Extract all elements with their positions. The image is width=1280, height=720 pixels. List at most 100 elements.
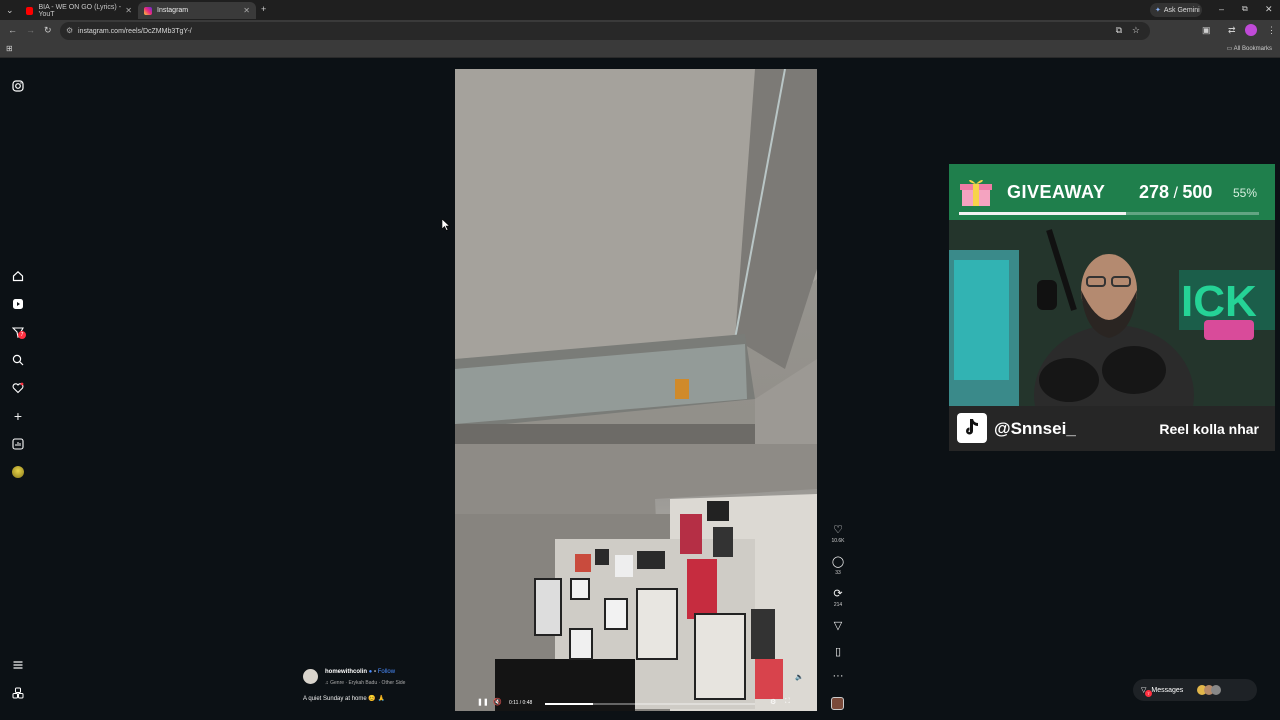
overlay-tagline: Reel kolla nhar: [1159, 421, 1259, 437]
giveaway-current: 278: [1139, 182, 1170, 202]
giveaway-progress-track: [959, 212, 1259, 215]
new-tab-icon[interactable]: +: [261, 5, 266, 14]
mouse-cursor-icon: [441, 218, 451, 231]
share-button[interactable]: ▽: [829, 619, 847, 632]
close-tab-icon[interactable]: ✕: [243, 6, 250, 15]
tiktok-handle: @Snnsei_: [994, 419, 1076, 438]
comment-icon: ◯: [831, 556, 845, 568]
reel-audio[interactable]: ♫ Genre · Erykah Badu · Other Side: [325, 680, 405, 686]
giveaway-progress-fill: [959, 212, 1126, 215]
direct-messages-icon[interactable]: 7: [11, 325, 26, 339]
repost-count: 214: [833, 602, 843, 608]
back-icon[interactable]: ←: [8, 26, 17, 35]
giveaway-percent: 55%: [1233, 186, 1258, 200]
reel-caption: A quiet Sunday at home 😊 🙏: [303, 696, 385, 702]
mute-icon[interactable]: 🔇: [493, 698, 502, 706]
separator-dot: •: [373, 669, 377, 675]
notification-badge: 7: [18, 331, 26, 339]
apps-grid-icon[interactable]: ⊞: [6, 45, 13, 53]
ask-gemini-label: Ask Gemini: [1163, 6, 1200, 14]
restore-icon[interactable]: ⧉: [1242, 5, 1248, 13]
dashboard-icon[interactable]: [11, 437, 25, 451]
instagram-favicon-icon: [144, 6, 152, 15]
audio-toggle-icon[interactable]: 🔈: [795, 673, 804, 681]
tab-instagram[interactable]: Instagram ✕: [138, 2, 256, 19]
messages-button[interactable]: ▽ 7 Messages: [1133, 679, 1257, 701]
giveaway-total: 500: [1182, 182, 1213, 202]
share-icon: ▽: [833, 620, 843, 632]
profile-avatar-icon[interactable]: [1245, 24, 1257, 36]
bookmark-icon: ▯: [834, 646, 842, 658]
bookmarks-bar: ⊞ ▭ All Bookmarks: [0, 42, 1280, 58]
gemini-sparkle-icon: ✦: [1155, 7, 1161, 14]
tiktok-handle-bar: @Snnsei_ Reel kolla nhar: [949, 406, 1275, 451]
like-button[interactable]: ♡ 10.6K: [829, 523, 847, 544]
youtube-favicon-icon: [26, 6, 34, 15]
messages-badge: 7: [1145, 690, 1152, 697]
verified-badge-icon: ●: [368, 669, 373, 675]
url-text: instagram.com/reels/DcZMMb3TgY-/: [78, 27, 192, 35]
create-plus-icon[interactable]: +: [11, 408, 25, 424]
folder-icon: ▭: [1226, 46, 1234, 52]
settings-icon[interactable]: ⚙: [770, 698, 776, 706]
repost-icon: ⟳: [833, 588, 843, 600]
reel-video[interactable]: ❚❚ 🔇 0:11 / 0:48 ⚙ ⛶ 🔈: [455, 69, 817, 711]
reels-icon[interactable]: [11, 297, 25, 311]
notifications-heart-icon[interactable]: [11, 381, 25, 395]
home-icon[interactable]: [11, 269, 25, 283]
fullscreen-icon[interactable]: ⛶: [785, 698, 790, 706]
stream-overlay: GIVEAWAY 278 / 500 55% ICK @Snnsei_ Reel…: [949, 164, 1275, 451]
tab-youtube[interactable]: BIA - WE ON GO (Lyrics) - YouT ✕: [20, 2, 138, 19]
window-close-icon[interactable]: ✕: [1265, 5, 1273, 14]
browser-menu-icon[interactable]: ⋮: [1267, 26, 1276, 35]
cast-icon[interactable]: ⇄: [1228, 26, 1236, 35]
video-time: 0:11 / 0:48: [509, 700, 533, 706]
audio-thumbnail[interactable]: [831, 697, 844, 710]
tab-title: BIA - WE ON GO (Lyrics) - YouT: [38, 3, 122, 18]
follow-button[interactable]: Follow: [378, 669, 395, 675]
reel-username[interactable]: homewithcolin: [325, 669, 367, 675]
profile-avatar-icon[interactable]: [11, 465, 25, 479]
bookmark-star-icon[interactable]: ☆: [1132, 25, 1140, 36]
webcam-feed: ICK: [949, 220, 1275, 406]
all-bookmarks-button[interactable]: ▭ All Bookmarks: [1227, 45, 1272, 52]
save-button[interactable]: ▯: [829, 645, 847, 658]
tab-search-icon[interactable]: ⌄: [6, 6, 14, 15]
messages-label: Messages: [1151, 686, 1184, 694]
comment-count: 33: [835, 570, 841, 576]
video-progress-track[interactable]: [545, 703, 755, 705]
tiktok-icon: [957, 413, 987, 443]
tab-title: Instagram: [157, 7, 189, 14]
webcam-image: ICK: [949, 220, 1275, 406]
all-bookmarks-label: All Bookmarks: [1233, 46, 1272, 52]
reload-icon[interactable]: ↻: [44, 26, 52, 35]
pause-icon[interactable]: ❚❚: [477, 698, 489, 706]
reel-author-line: homewithcolin ● • Follow: [325, 669, 395, 675]
site-info-icon[interactable]: ⚙: [66, 26, 73, 35]
heart-icon: ♡: [833, 524, 843, 536]
close-tab-icon[interactable]: ✕: [125, 6, 132, 15]
reel-audio-label: Genre · Erykah Badu · Other Side: [330, 680, 406, 686]
extensions-icon[interactable]: ▣: [1202, 26, 1211, 35]
ask-gemini-button[interactable]: ✦ Ask Gemini: [1150, 3, 1202, 17]
address-bar[interactable]: ⚙ instagram.com/reels/DcZMMb3TgY-/ ⧉ ☆: [60, 22, 1150, 40]
install-app-icon[interactable]: ⧉: [1116, 25, 1122, 36]
avatar: [1211, 685, 1222, 695]
giveaway-title: GIVEAWAY: [1007, 182, 1106, 202]
search-icon[interactable]: [11, 353, 25, 367]
like-count: 10.6K: [831, 538, 845, 544]
giveaway-count: 278 / 500: [1139, 182, 1213, 202]
also-from-meta-icon[interactable]: [11, 686, 25, 700]
more-options-button[interactable]: ···: [829, 670, 847, 682]
svg-text:ICK: ICK: [1181, 277, 1257, 326]
repost-button[interactable]: ⟳ 214: [829, 587, 847, 608]
minimize-icon[interactable]: –: [1219, 5, 1224, 14]
author-avatar[interactable]: [303, 669, 318, 684]
more-dots-icon: ···: [832, 670, 844, 682]
comment-button[interactable]: ◯ 33: [829, 555, 847, 576]
more-menu-icon[interactable]: [11, 658, 25, 672]
forward-icon[interactable]: →: [26, 26, 35, 35]
messages-icon: ▽ 7: [1141, 686, 1152, 697]
instagram-logo-icon[interactable]: [11, 79, 25, 93]
reel-video-frame: [455, 69, 817, 711]
